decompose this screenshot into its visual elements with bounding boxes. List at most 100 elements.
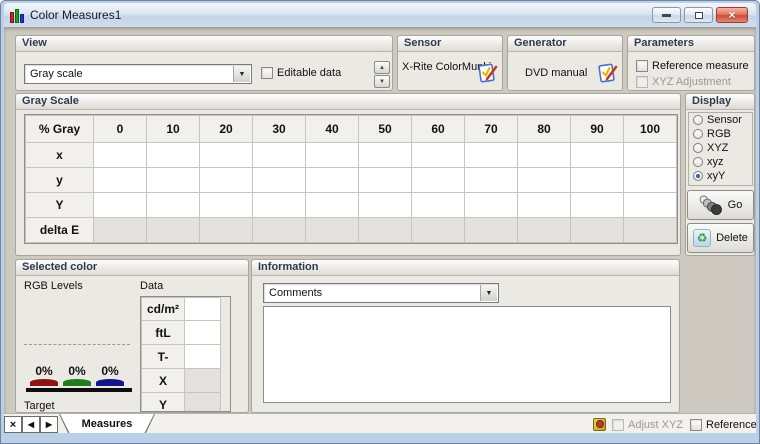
color-data-row-value bbox=[185, 321, 221, 345]
target-reference-line bbox=[24, 344, 130, 345]
rgb-bar-percent: 0% bbox=[95, 364, 125, 378]
grayscale-column-header: 80 bbox=[518, 116, 571, 143]
grayscale-group: Gray Scale % Gray0102030405060708090100 … bbox=[15, 93, 681, 256]
grayscale-column-header: 90 bbox=[571, 116, 624, 143]
grayscale-group-header: Gray Scale bbox=[16, 94, 680, 110]
comments-dropdown[interactable]: Comments ▼ bbox=[263, 283, 499, 303]
grayscale-cell bbox=[624, 143, 677, 168]
reference-checkbox[interactable] bbox=[690, 419, 702, 431]
view-group: View Gray scale ▼ Editable data ▲ ▼ bbox=[15, 35, 393, 91]
editable-data-checkbox[interactable] bbox=[261, 67, 273, 79]
window-frame-right bbox=[756, 27, 759, 443]
sensor-group: Sensor X-Rite ColorMunki bbox=[397, 35, 503, 91]
reference-label: Reference bbox=[706, 419, 757, 431]
grayscale-row-header: y bbox=[26, 168, 94, 193]
grayscale-column-header: 30 bbox=[253, 116, 306, 143]
rgb-bar: 0% bbox=[95, 364, 125, 386]
window-title: Color Measures1 bbox=[30, 8, 121, 22]
rgb-bar-percent: 0% bbox=[29, 364, 59, 378]
radio-icon[interactable] bbox=[693, 157, 703, 167]
grayscale-column-header: % Gray bbox=[26, 116, 94, 143]
information-group: Information Comments ▼ bbox=[251, 259, 680, 413]
reference-measure-checkbox[interactable] bbox=[636, 60, 648, 72]
grayscale-cell bbox=[253, 193, 306, 218]
grayscale-cell bbox=[147, 143, 200, 168]
radio-label: Sensor bbox=[707, 114, 742, 126]
spinner-down-icon[interactable]: ▼ bbox=[374, 75, 390, 88]
grayscale-cell bbox=[200, 168, 253, 193]
generator-config-icon[interactable] bbox=[596, 62, 618, 84]
radio-icon[interactable] bbox=[693, 129, 703, 139]
grayscale-cell bbox=[94, 218, 147, 243]
next-tab-button[interactable]: ▶ bbox=[40, 416, 58, 433]
display-group-header: Display bbox=[686, 94, 754, 110]
grayscale-cell bbox=[253, 143, 306, 168]
parameters-group-header: Parameters bbox=[628, 36, 754, 52]
grayscale-cell bbox=[200, 143, 253, 168]
grayscale-cell bbox=[359, 168, 412, 193]
sensor-config-icon[interactable] bbox=[476, 62, 498, 84]
grayscale-cell bbox=[147, 218, 200, 243]
color-data-row: cd/m² bbox=[141, 297, 230, 321]
grayscale-row-header: x bbox=[26, 143, 94, 168]
comments-dropdown-value: Comments bbox=[269, 287, 322, 299]
go-button[interactable]: Go bbox=[687, 190, 754, 220]
delete-button[interactable]: ♻ Delete bbox=[687, 223, 754, 253]
editable-data-label: Editable data bbox=[277, 67, 341, 79]
display-option-rgb[interactable]: RGB bbox=[689, 127, 752, 141]
grayscale-cell bbox=[94, 143, 147, 168]
view-dropdown-value: Gray scale bbox=[30, 68, 83, 80]
radio-icon[interactable] bbox=[693, 115, 703, 125]
grayscale-column-header: 60 bbox=[412, 116, 465, 143]
adjust-xyz-label: Adjust XYZ bbox=[628, 419, 683, 431]
view-spinner[interactable]: ▲ ▼ bbox=[374, 61, 390, 89]
display-option-sensor[interactable]: Sensor bbox=[689, 113, 752, 127]
display-option-xyy[interactable]: xyY bbox=[689, 169, 752, 183]
grayscale-column-header: 10 bbox=[147, 116, 200, 143]
adjust-xyz-checkbox bbox=[612, 419, 624, 431]
grayscale-column-header: 100 bbox=[624, 116, 677, 143]
display-option-xyz[interactable]: XYZ bbox=[689, 141, 752, 155]
grayscale-cell bbox=[624, 168, 677, 193]
generator-group-header: Generator bbox=[508, 36, 622, 52]
grayscale-cell bbox=[571, 193, 624, 218]
close-button[interactable]: × bbox=[716, 7, 748, 23]
measures-tab[interactable]: Measures bbox=[59, 414, 155, 435]
comments-textarea[interactable] bbox=[263, 306, 671, 403]
next-arrow-icon: ▶ bbox=[46, 420, 52, 429]
grayscale-cell bbox=[571, 218, 624, 243]
grayscale-cell bbox=[147, 193, 200, 218]
grayscale-header-row: % Gray0102030405060708090100 bbox=[26, 116, 677, 143]
rgb-bars-baseline bbox=[26, 388, 132, 392]
rgb-bar-mound bbox=[63, 379, 91, 386]
app-bar-chart-icon bbox=[9, 8, 25, 24]
color-data-row-label: cd/m² bbox=[141, 297, 185, 321]
radio-icon[interactable] bbox=[693, 171, 703, 181]
rgb-bar: 0% bbox=[62, 364, 92, 386]
display-option-xyz[interactable]: xyz bbox=[689, 155, 752, 169]
title-bar[interactable]: Color Measures1 × bbox=[4, 3, 756, 27]
color-data-row-value bbox=[185, 369, 221, 393]
prev-tab-button[interactable]: ◀ bbox=[22, 416, 40, 433]
grayscale-cell bbox=[624, 193, 677, 218]
sensor-group-header: Sensor bbox=[398, 36, 502, 52]
go-measure-icon bbox=[699, 195, 723, 215]
radio-label: xyY bbox=[707, 170, 725, 182]
grayscale-cell bbox=[412, 218, 465, 243]
close-measure-button[interactable]: × bbox=[4, 416, 22, 433]
grayscale-cell bbox=[571, 143, 624, 168]
rgb-bar-percent: 0% bbox=[62, 364, 92, 378]
prev-arrow-icon: ◀ bbox=[28, 420, 34, 429]
view-dropdown[interactable]: Gray scale ▼ bbox=[24, 64, 252, 84]
minimize-button[interactable] bbox=[652, 7, 681, 23]
selected-color-group-header: Selected color bbox=[16, 260, 248, 276]
radio-icon[interactable] bbox=[693, 143, 703, 153]
restore-button[interactable] bbox=[684, 7, 713, 23]
grayscale-cell bbox=[359, 193, 412, 218]
rgb-levels-label: RGB Levels bbox=[24, 280, 83, 292]
grayscale-cell bbox=[253, 218, 306, 243]
spinner-up-icon[interactable]: ▲ bbox=[374, 61, 390, 74]
grayscale-cell bbox=[94, 193, 147, 218]
grayscale-column-header: 70 bbox=[465, 116, 518, 143]
color-data-row-value bbox=[185, 297, 221, 321]
